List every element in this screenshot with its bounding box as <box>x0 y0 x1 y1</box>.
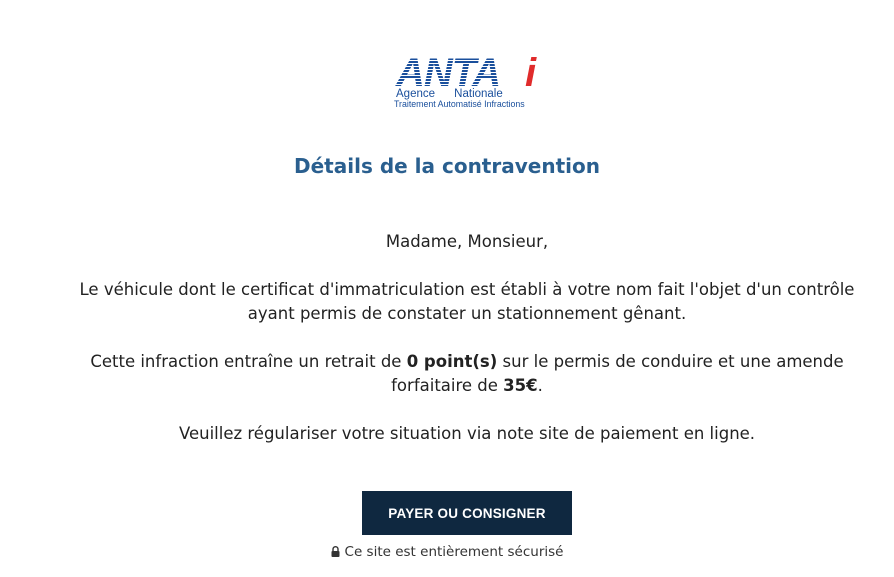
fine-amount: 35€ <box>503 376 538 395</box>
payment-request-text: Veuillez régulariser votre situation via… <box>178 424 756 443</box>
page-title: Détails de la contravention <box>294 154 600 178</box>
page: ANTA i Agence Nationale Traitement Autom… <box>0 0 894 577</box>
vehicle-notice-text: Le véhicule dont le certificat d'immatri… <box>79 280 855 323</box>
security-notice: Ce site est entièrement sécurisé <box>0 544 894 560</box>
penalty-text-part3: . <box>537 376 543 395</box>
pay-or-deposit-button[interactable]: PAYER OU CONSIGNER <box>362 491 572 535</box>
lock-icon <box>331 546 340 557</box>
points-value: 0 point(s) <box>406 352 498 371</box>
security-text: Ce site est entièrement sécurisé <box>344 544 564 560</box>
logo-line2: Traitement Automatisé Infractions <box>394 99 525 109</box>
antai-logo-graphic: ANTA i Agence Nationale Traitement Autom… <box>394 52 537 109</box>
antai-logo: ANTA i Agence Nationale Traitement Autom… <box>393 52 543 110</box>
penalty-text: Cette infraction entraîne un retrait de … <box>60 350 874 398</box>
greeting-text: Madame, Monsieur, <box>385 232 549 251</box>
penalty-text-part1: Cette infraction entraîne un retrait de <box>90 352 407 371</box>
logo-wordmark-i: i <box>525 52 537 95</box>
